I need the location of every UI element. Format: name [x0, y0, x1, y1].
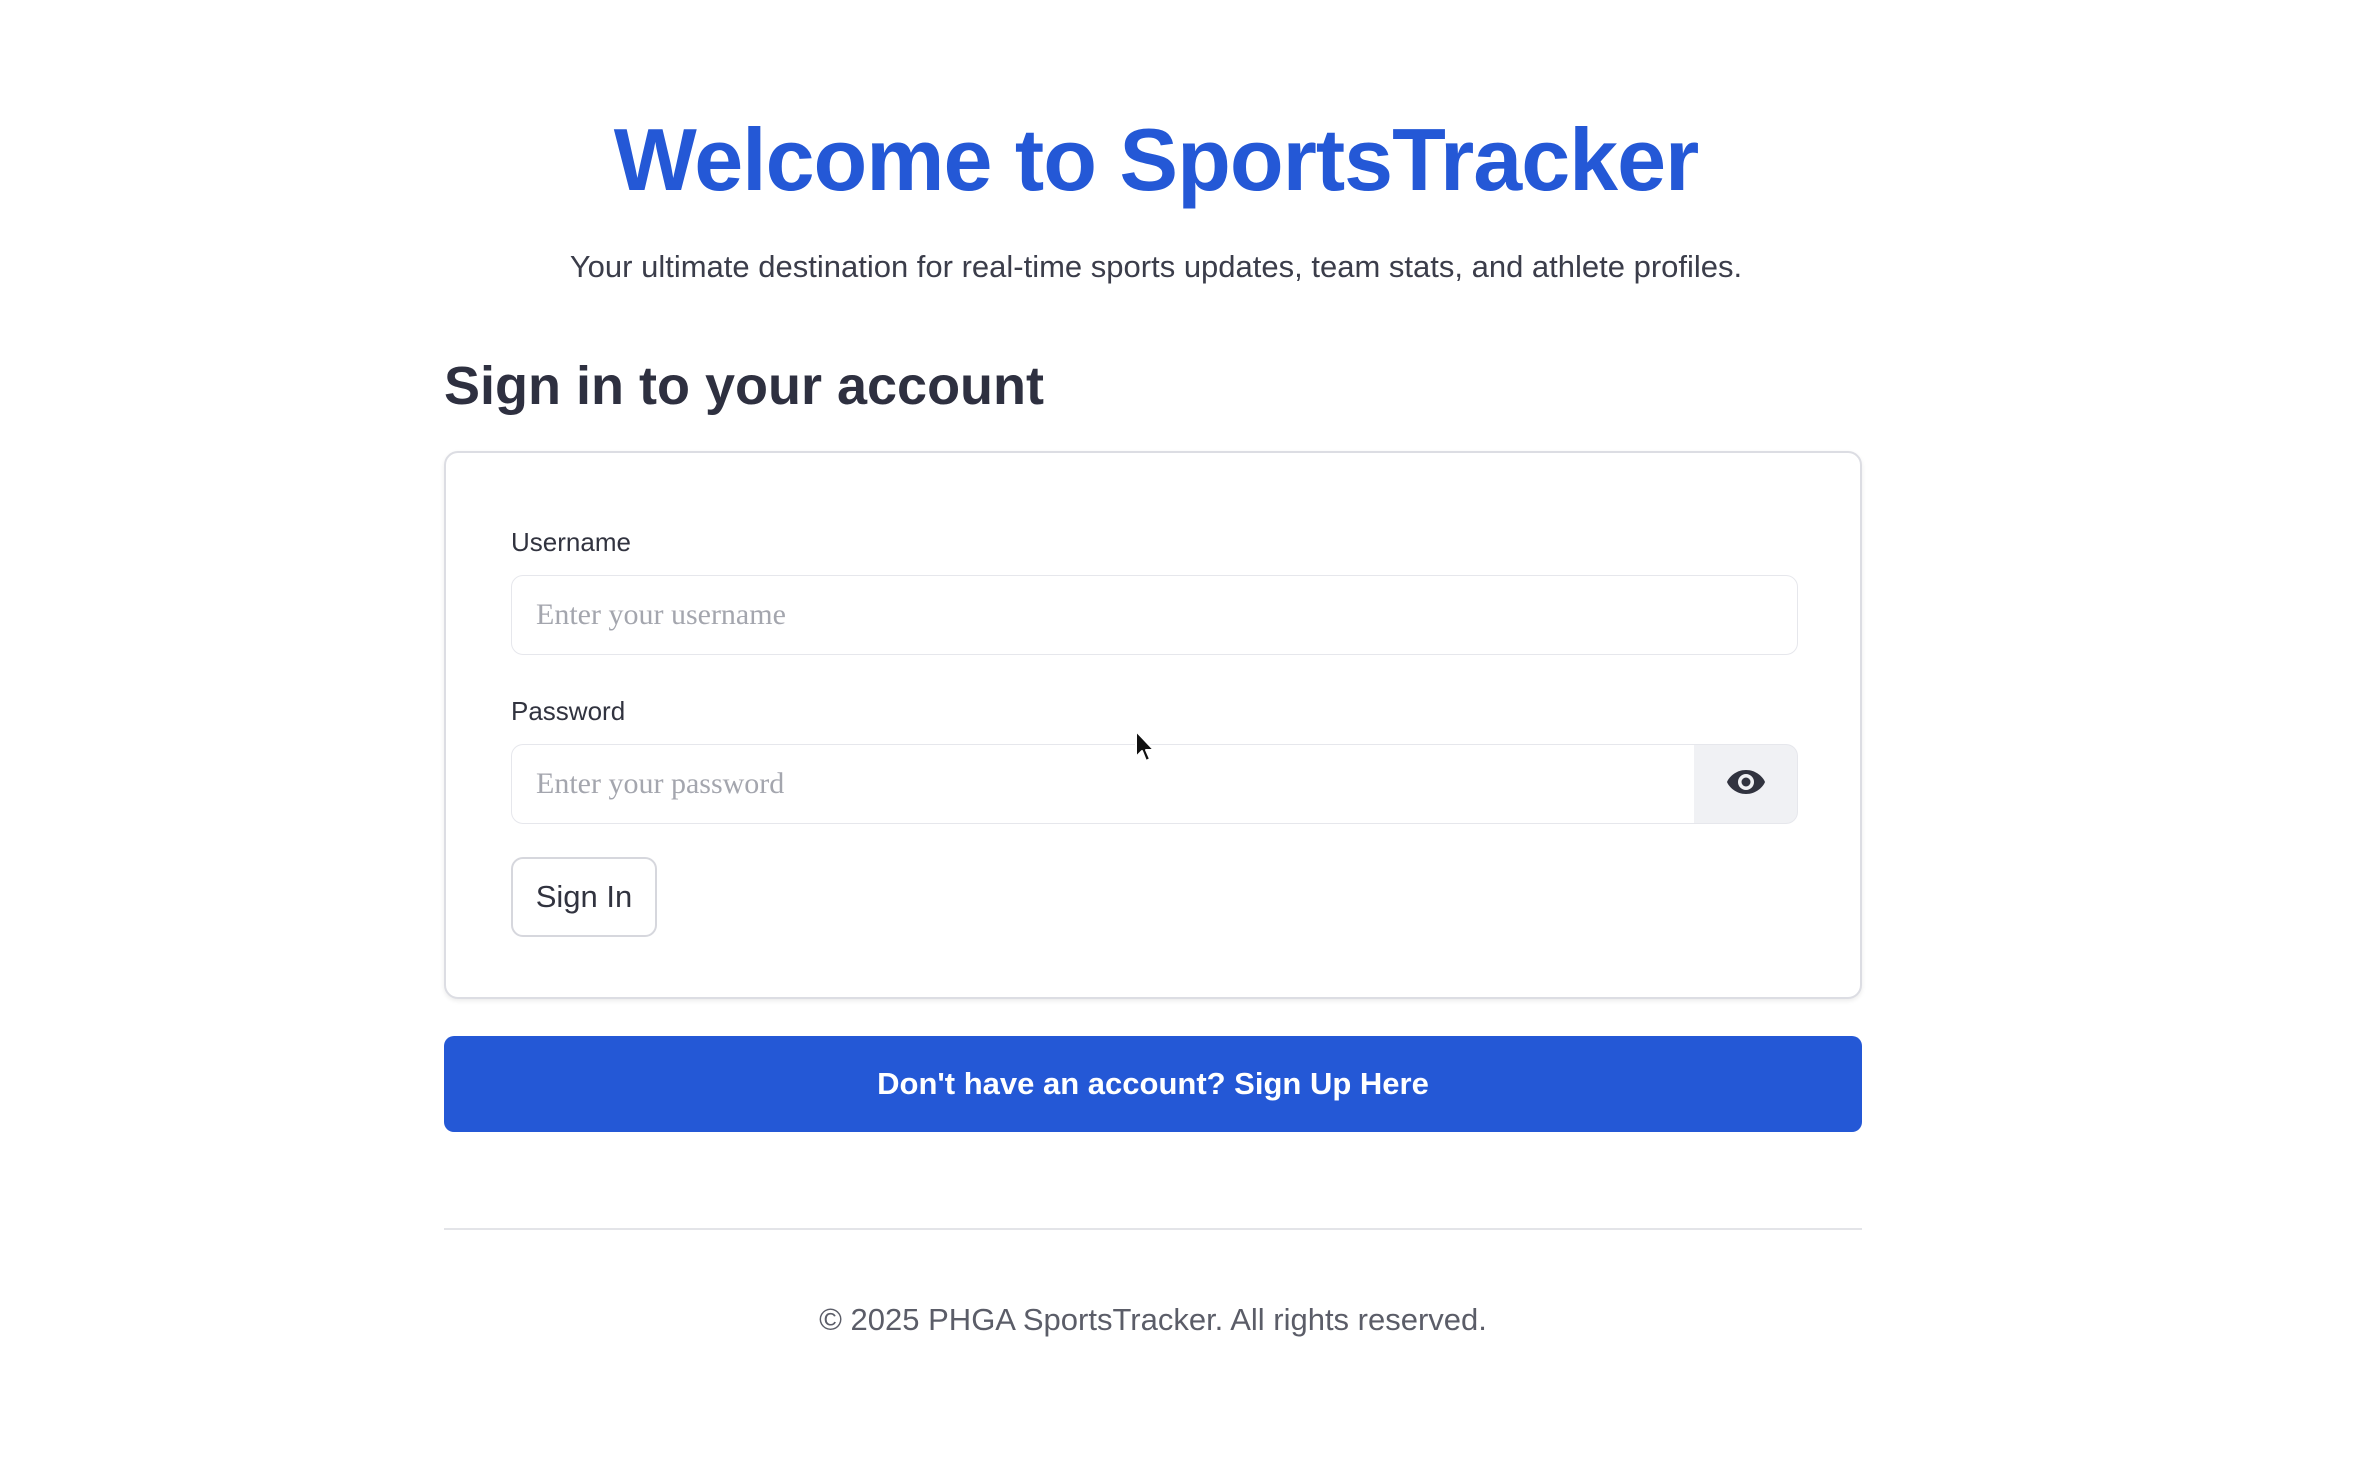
mouse-cursor-icon	[1134, 729, 1158, 765]
username-input[interactable]	[511, 575, 1798, 655]
login-page: Welcome to SportsTracker Your ultimate d…	[0, 0, 2360, 1483]
username-label: Username	[511, 527, 631, 557]
page-title: Welcome to SportsTracker	[613, 110, 1700, 209]
password-input[interactable]	[511, 744, 1694, 824]
show-password-toggle[interactable]	[1694, 744, 1798, 824]
signin-button[interactable]: Sign In	[511, 857, 657, 937]
footer-copyright: © 2025 PHGA SportsTracker. All rights re…	[819, 1302, 1487, 1337]
signup-button[interactable]: Don't have an account? Sign Up Here	[444, 1036, 1862, 1132]
signin-form: Username Password Sign In	[444, 451, 1862, 999]
password-label: Password	[511, 696, 626, 726]
eye-icon	[1726, 768, 1766, 801]
page-subtitle: Your ultimate destination for real-time …	[569, 249, 1743, 284]
signin-heading: Sign in to your account	[444, 356, 1045, 416]
footer-divider	[444, 1228, 1862, 1230]
